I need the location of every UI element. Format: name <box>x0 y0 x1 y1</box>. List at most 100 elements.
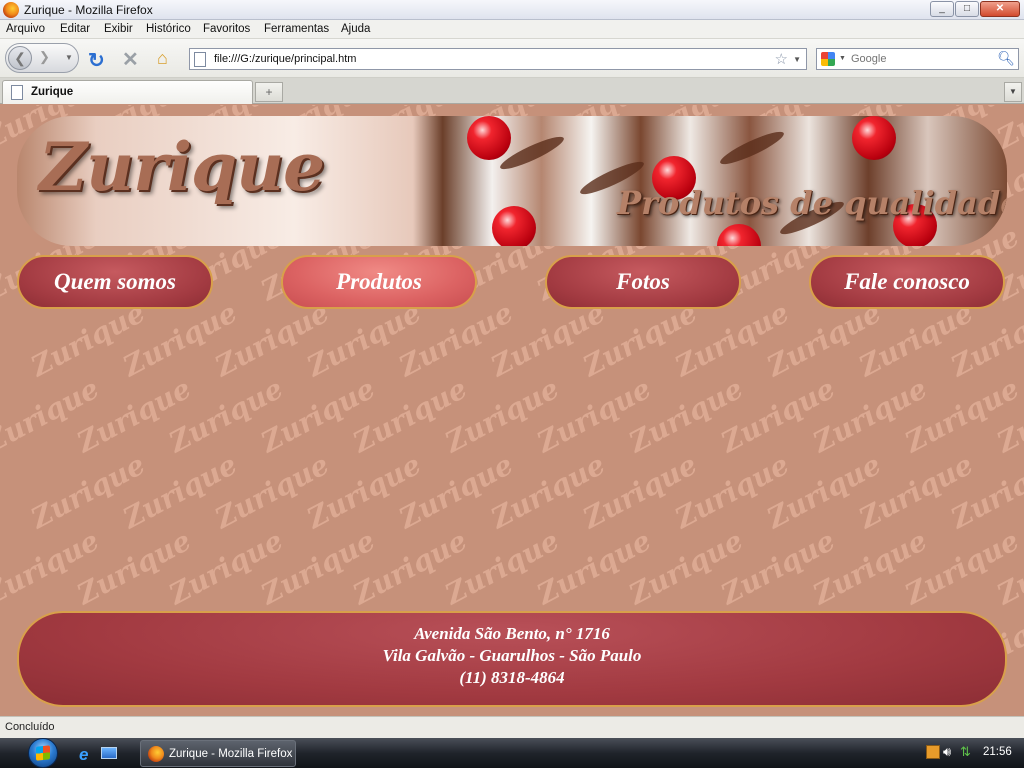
status-bar: Concluído <box>0 716 1024 738</box>
watermark-text: Zurique <box>0 371 105 460</box>
tab-zurique[interactable]: Zurique <box>2 80 253 104</box>
watermark-text: Zurique <box>209 447 335 536</box>
close-button[interactable]: ✕ <box>980 1 1020 17</box>
forward-button[interactable]: ❯ <box>39 49 50 65</box>
watermark-text: Zurique <box>899 523 1024 612</box>
address-footer: Avenida São Bento, n° 1716 Vila Galvão -… <box>17 611 1007 707</box>
watermark-text: Zurique <box>163 523 289 612</box>
cherry <box>467 116 511 160</box>
new-tab-button[interactable]: + <box>255 82 283 102</box>
watermark-text: Zurique <box>25 447 151 536</box>
nav-quem-somos[interactable]: Quem somos <box>17 255 213 309</box>
start-button[interactable] <box>24 738 64 768</box>
menu-editar[interactable]: Editar <box>60 23 90 35</box>
engine-dropdown-icon: ▼ <box>839 55 846 62</box>
tab-label: Zurique <box>31 86 74 98</box>
back-forward-group: ❮ ❯ ▼ <box>5 43 79 73</box>
windows-logo-icon <box>36 745 50 761</box>
watermark-text: Zurique <box>899 371 1024 460</box>
network-icon[interactable]: ⇅ <box>960 744 971 760</box>
nav-produtos[interactable]: Produtos <box>281 255 477 309</box>
watermark-text: Zurique <box>577 447 703 536</box>
watermark-text: Zurique <box>853 447 979 536</box>
watermark-text: Zurique <box>807 523 933 612</box>
watermark-text: Zurique <box>347 371 473 460</box>
address-url[interactable]: file:///G:/zurique/principal.htm <box>214 53 356 65</box>
chocolate-shaving <box>717 126 787 170</box>
page-icon <box>194 52 206 67</box>
history-dropdown-icon[interactable]: ▼ <box>65 53 73 62</box>
watermark-text: Zurique <box>71 523 197 612</box>
maximize-button[interactable]: □ <box>955 1 979 17</box>
footer-phone: (11) 8318-4864 <box>459 668 565 687</box>
watermark-text: Zurique <box>761 447 887 536</box>
firefox-icon <box>3 2 19 18</box>
tab-list-button[interactable]: ▼ <box>1004 82 1022 102</box>
watermark-text: Zurique <box>485 447 611 536</box>
search-icon[interactable]: 🔍︎ <box>997 50 1015 67</box>
cherry <box>852 116 896 160</box>
menu-exibir[interactable]: Exibir <box>104 23 133 35</box>
site-logo: Zurique <box>39 128 325 206</box>
window-title-bar: Zurique - Mozilla Firefox _ □ ✕ <box>0 0 1024 20</box>
clock[interactable]: 21:56 <box>983 746 1012 758</box>
watermark-text: Zurique <box>255 371 381 460</box>
bookmark-star-icon[interactable]: ☆ <box>775 50 788 68</box>
minimize-button[interactable]: _ <box>930 1 954 17</box>
show-desktop-icon[interactable] <box>101 747 117 759</box>
tray-app-icon[interactable] <box>926 745 940 759</box>
watermark-text: Zurique <box>439 523 565 612</box>
menu-favoritos[interactable]: Favoritos <box>203 23 250 35</box>
watermark-text: Zurique <box>945 447 1024 536</box>
watermark-text: Zurique <box>991 523 1024 612</box>
watermark-text: Zurique <box>669 447 795 536</box>
menu-arquivo[interactable]: Arquivo <box>6 23 45 35</box>
watermark-text: Zurique <box>439 371 565 460</box>
cherry <box>717 224 761 246</box>
watermark-text: Zurique <box>531 371 657 460</box>
nav-fale-conosco[interactable]: Fale conosco <box>809 255 1005 309</box>
home-icon[interactable]: ⌂ <box>157 48 168 69</box>
window-title: Zurique - Mozilla Firefox <box>24 3 153 17</box>
taskbar: e Zurique - Mozilla Firefox 🔊︎ ⇅ 21:56 <box>0 738 1024 768</box>
google-icon <box>821 52 835 66</box>
menu-historico[interactable]: Histórico <box>146 23 191 35</box>
watermark-text: Zurique <box>715 371 841 460</box>
watermark-text: Zurique <box>71 371 197 460</box>
taskbar-item-label: Zurique - Mozilla Firefox <box>169 748 293 760</box>
watermark-text: Zurique <box>991 371 1024 460</box>
nav-fotos[interactable]: Fotos <box>545 255 741 309</box>
address-bar[interactable]: file:///G:/zurique/principal.htm ☆ ▼ <box>189 48 807 70</box>
stop-icon[interactable]: ✕ <box>122 47 139 72</box>
watermark-text: Zurique <box>623 371 749 460</box>
cherry <box>492 206 536 246</box>
reload-icon[interactable]: ↻ <box>88 48 105 73</box>
watermark-text: Zurique <box>0 523 105 612</box>
watermark-text: Zurique <box>807 371 933 460</box>
watermark-text: Zurique <box>347 523 473 612</box>
watermark-text: Zurique <box>715 523 841 612</box>
watermark-text: Zurique <box>117 447 243 536</box>
status-text: Concluído <box>5 721 55 733</box>
document-icon <box>11 85 23 100</box>
url-dropdown-icon[interactable]: ▼ <box>793 55 801 64</box>
search-input[interactable] <box>851 51 991 67</box>
search-engine-selector[interactable]: ▼ <box>819 51 849 67</box>
volume-icon[interactable]: 🔊︎ <box>943 744 951 760</box>
menu-bar: Arquivo Editar Exibir Histórico Favorito… <box>0 20 1024 39</box>
internet-explorer-icon[interactable]: e <box>79 745 88 765</box>
watermark-text: Zurique <box>255 523 381 612</box>
menu-ajuda[interactable]: Ajuda <box>341 23 370 35</box>
watermark-text: Zurique <box>623 523 749 612</box>
watermark-text: Zurique <box>531 523 657 612</box>
taskbar-item-firefox[interactable]: Zurique - Mozilla Firefox <box>140 740 296 767</box>
firefox-icon <box>148 746 164 762</box>
search-box[interactable]: ▼ 🔍︎ <box>816 48 1019 70</box>
watermark-text: Zurique <box>393 447 519 536</box>
footer-city: Vila Galvão - Guarulhos - São Paulo <box>382 646 642 665</box>
menu-ferramentas[interactable]: Ferramentas <box>264 23 329 35</box>
watermark-text: Zurique <box>301 447 427 536</box>
back-button[interactable]: ❮ <box>8 46 32 70</box>
header-banner: Zurique Produtos de qualidade <box>17 116 1007 246</box>
site-slogan: Produtos de qualidade <box>617 184 1007 222</box>
